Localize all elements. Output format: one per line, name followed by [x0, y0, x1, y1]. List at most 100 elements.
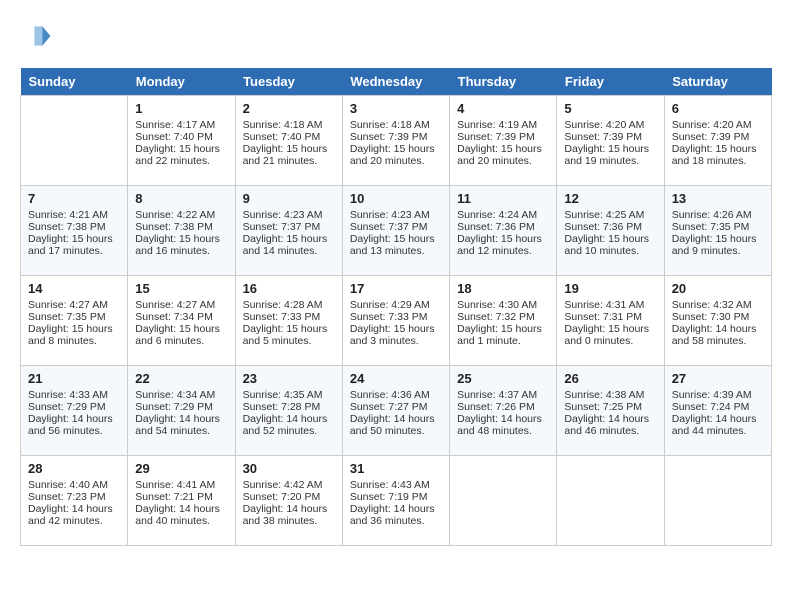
day-info-line: and 40 minutes. — [135, 515, 227, 527]
day-info-line: and 22 minutes. — [135, 155, 227, 167]
day-info-line: Sunset: 7:21 PM — [135, 491, 227, 503]
day-info-line: Sunset: 7:31 PM — [564, 311, 656, 323]
calendar-body: 1Sunrise: 4:17 AMSunset: 7:40 PMDaylight… — [21, 96, 772, 546]
day-info-line: and 50 minutes. — [350, 425, 442, 437]
day-info-line: Sunrise: 4:40 AM — [28, 479, 120, 491]
day-info-line: and 54 minutes. — [135, 425, 227, 437]
day-info-line: Sunrise: 4:25 AM — [564, 209, 656, 221]
day-info-line: and 3 minutes. — [350, 335, 442, 347]
day-info-line: Sunset: 7:29 PM — [28, 401, 120, 413]
day-info-line: Daylight: 14 hours — [135, 503, 227, 515]
day-info-line: and 36 minutes. — [350, 515, 442, 527]
day-info-line: Sunrise: 4:30 AM — [457, 299, 549, 311]
day-info-line: Sunrise: 4:26 AM — [672, 209, 764, 221]
day-info-line: Sunrise: 4:27 AM — [135, 299, 227, 311]
day-info-line: Daylight: 15 hours — [243, 143, 335, 155]
day-number: 9 — [243, 191, 335, 206]
day-number: 22 — [135, 371, 227, 386]
day-info-line: and 12 minutes. — [457, 245, 549, 257]
day-info-line: Sunset: 7:28 PM — [243, 401, 335, 413]
calendar-cell: 30Sunrise: 4:42 AMSunset: 7:20 PMDayligh… — [235, 456, 342, 546]
calendar-cell: 29Sunrise: 4:41 AMSunset: 7:21 PMDayligh… — [128, 456, 235, 546]
day-info-line: Sunset: 7:27 PM — [350, 401, 442, 413]
calendar-cell: 14Sunrise: 4:27 AMSunset: 7:35 PMDayligh… — [21, 276, 128, 366]
calendar-week-4: 21Sunrise: 4:33 AMSunset: 7:29 PMDayligh… — [21, 366, 772, 456]
calendar-cell: 4Sunrise: 4:19 AMSunset: 7:39 PMDaylight… — [450, 96, 557, 186]
calendar-cell: 20Sunrise: 4:32 AMSunset: 7:30 PMDayligh… — [664, 276, 771, 366]
logo — [20, 20, 56, 52]
calendar-cell: 25Sunrise: 4:37 AMSunset: 7:26 PMDayligh… — [450, 366, 557, 456]
day-info-line: Sunset: 7:25 PM — [564, 401, 656, 413]
day-number: 17 — [350, 281, 442, 296]
calendar-table: SundayMondayTuesdayWednesdayThursdayFrid… — [20, 68, 772, 546]
day-info-line: Sunrise: 4:38 AM — [564, 389, 656, 401]
calendar-cell — [450, 456, 557, 546]
calendar-cell: 26Sunrise: 4:38 AMSunset: 7:25 PMDayligh… — [557, 366, 664, 456]
day-info-line: Sunset: 7:36 PM — [457, 221, 549, 233]
column-header-tuesday: Tuesday — [235, 68, 342, 96]
day-info-line: Sunrise: 4:35 AM — [243, 389, 335, 401]
day-number: 29 — [135, 461, 227, 476]
day-info-line: Sunset: 7:32 PM — [457, 311, 549, 323]
day-number: 20 — [672, 281, 764, 296]
day-info-line: Sunset: 7:38 PM — [28, 221, 120, 233]
day-info-line: Sunset: 7:23 PM — [28, 491, 120, 503]
calendar-cell: 22Sunrise: 4:34 AMSunset: 7:29 PMDayligh… — [128, 366, 235, 456]
calendar-cell: 11Sunrise: 4:24 AMSunset: 7:36 PMDayligh… — [450, 186, 557, 276]
day-info-line: Daylight: 14 hours — [243, 413, 335, 425]
day-info-line: and 5 minutes. — [243, 335, 335, 347]
day-info-line: Sunset: 7:29 PM — [135, 401, 227, 413]
day-info-line: Sunrise: 4:29 AM — [350, 299, 442, 311]
day-info-line: and 56 minutes. — [28, 425, 120, 437]
day-info-line: Sunrise: 4:22 AM — [135, 209, 227, 221]
calendar-cell — [557, 456, 664, 546]
calendar-cell: 8Sunrise: 4:22 AMSunset: 7:38 PMDaylight… — [128, 186, 235, 276]
day-info-line: Daylight: 14 hours — [672, 413, 764, 425]
day-info-line: Daylight: 15 hours — [135, 143, 227, 155]
day-info-line: Sunrise: 4:36 AM — [350, 389, 442, 401]
day-number: 25 — [457, 371, 549, 386]
day-info-line: Sunrise: 4:21 AM — [28, 209, 120, 221]
day-number: 3 — [350, 101, 442, 116]
day-info-line: Sunset: 7:40 PM — [135, 131, 227, 143]
day-info-line: Sunset: 7:34 PM — [135, 311, 227, 323]
day-info-line: Daylight: 15 hours — [350, 143, 442, 155]
calendar-cell: 6Sunrise: 4:20 AMSunset: 7:39 PMDaylight… — [664, 96, 771, 186]
day-number: 12 — [564, 191, 656, 206]
day-number: 30 — [243, 461, 335, 476]
calendar-cell: 13Sunrise: 4:26 AMSunset: 7:35 PMDayligh… — [664, 186, 771, 276]
day-info-line: Daylight: 15 hours — [350, 233, 442, 245]
calendar-cell: 3Sunrise: 4:18 AMSunset: 7:39 PMDaylight… — [342, 96, 449, 186]
day-info-line: and 14 minutes. — [243, 245, 335, 257]
day-info-line: Sunrise: 4:39 AM — [672, 389, 764, 401]
day-info-line: Daylight: 15 hours — [564, 323, 656, 335]
day-info-line: and 42 minutes. — [28, 515, 120, 527]
calendar-cell: 10Sunrise: 4:23 AMSunset: 7:37 PMDayligh… — [342, 186, 449, 276]
calendar-cell: 21Sunrise: 4:33 AMSunset: 7:29 PMDayligh… — [21, 366, 128, 456]
day-info-line: Daylight: 15 hours — [28, 233, 120, 245]
day-info-line: Sunset: 7:37 PM — [243, 221, 335, 233]
day-number: 15 — [135, 281, 227, 296]
day-info-line: Daylight: 14 hours — [28, 413, 120, 425]
day-info-line: Sunset: 7:40 PM — [243, 131, 335, 143]
day-number: 6 — [672, 101, 764, 116]
day-info-line: and 20 minutes. — [457, 155, 549, 167]
day-info-line: Sunset: 7:26 PM — [457, 401, 549, 413]
calendar-cell: 31Sunrise: 4:43 AMSunset: 7:19 PMDayligh… — [342, 456, 449, 546]
calendar-week-3: 14Sunrise: 4:27 AMSunset: 7:35 PMDayligh… — [21, 276, 772, 366]
day-number: 26 — [564, 371, 656, 386]
calendar-cell: 24Sunrise: 4:36 AMSunset: 7:27 PMDayligh… — [342, 366, 449, 456]
day-info-line: Sunset: 7:39 PM — [672, 131, 764, 143]
day-info-line: Sunset: 7:30 PM — [672, 311, 764, 323]
day-info-line: and 16 minutes. — [135, 245, 227, 257]
day-info-line: Sunset: 7:33 PM — [350, 311, 442, 323]
day-info-line: Sunset: 7:39 PM — [564, 131, 656, 143]
day-info-line: Daylight: 15 hours — [243, 233, 335, 245]
day-info-line: Sunset: 7:35 PM — [672, 221, 764, 233]
calendar-cell: 27Sunrise: 4:39 AMSunset: 7:24 PMDayligh… — [664, 366, 771, 456]
day-number: 4 — [457, 101, 549, 116]
calendar-cell: 23Sunrise: 4:35 AMSunset: 7:28 PMDayligh… — [235, 366, 342, 456]
day-number: 27 — [672, 371, 764, 386]
day-number: 14 — [28, 281, 120, 296]
day-info-line: Sunrise: 4:18 AM — [350, 119, 442, 131]
